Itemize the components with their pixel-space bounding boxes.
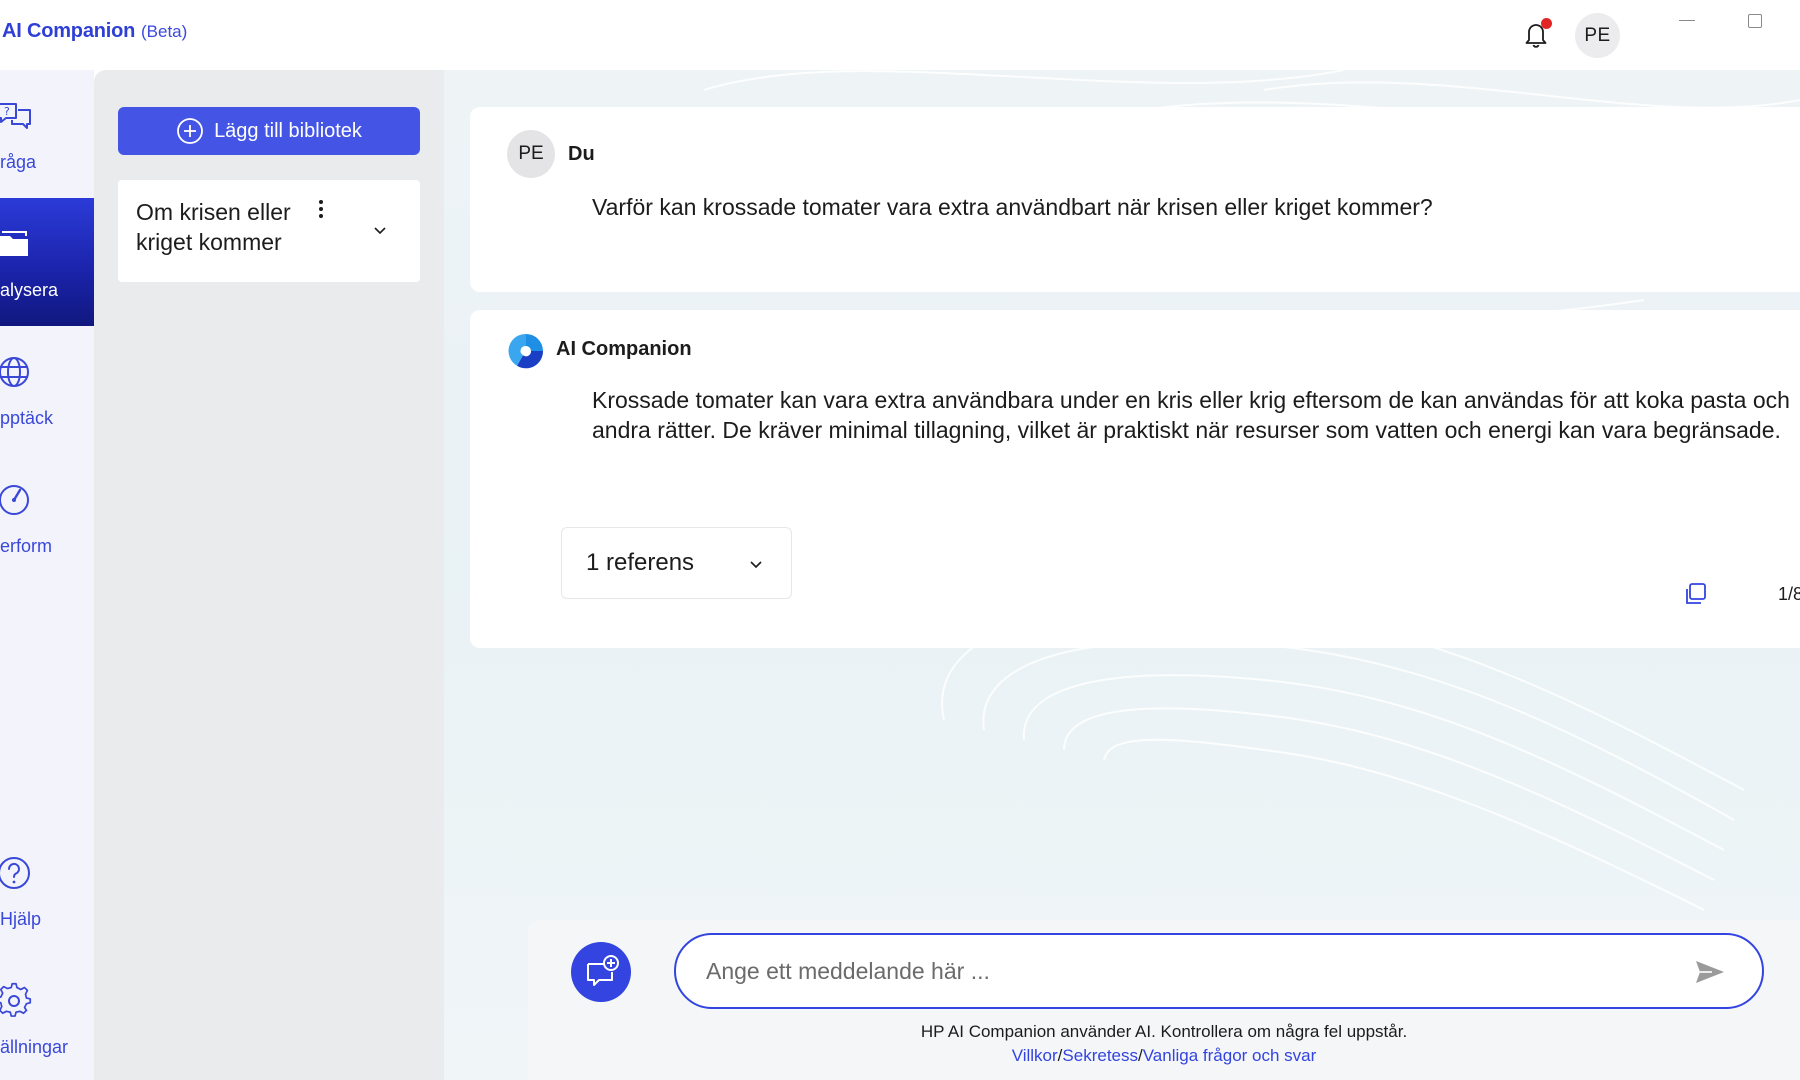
library-item[interactable]: Om krisen eller kriget kommer [118,180,420,282]
nav-label: Hjälp [0,909,42,929]
chevron-down-icon[interactable] [370,220,390,240]
user-message-avatar: PE [507,130,555,178]
copy-icon[interactable] [1683,581,1709,607]
message-composer: HP AI Companion använder AI. Kontrollera… [528,920,1800,1080]
nav-label: ällningar [0,1037,69,1057]
app-title: AI Companion [2,20,136,42]
assistant-message: AI Companion Krossade tomater kan vara e… [470,310,1800,648]
chevron-down-icon [750,561,762,569]
title-bar: AI Companion (Beta) PE [0,0,1800,70]
library-panel: Lägg till bibliotek Om krisen eller krig… [94,70,444,1080]
faq-link[interactable]: Vanliga frågor och svar [1143,1046,1317,1065]
gauge-icon [0,485,29,515]
footer-links: Villkor/Sekretess/Vanliga frågor och sva… [528,1046,1800,1066]
folder-icon [0,231,28,256]
more-options-icon[interactable] [311,197,331,221]
references-label: 1 referens [586,549,695,576]
response-page-indicator: 1/8 [1778,584,1800,604]
nav-rail: ? råga alysera pptäck erform Hjälp ällni… [0,70,94,1080]
privacy-link[interactable]: Sekretess [1062,1046,1138,1065]
ai-companion-logo-icon [508,333,544,369]
assistant-message-text: Krossade tomater kan vara extra användba… [592,387,1790,443]
chat-question-icon: ? [0,103,31,129]
ai-disclaimer: HP AI Companion använder AI. Kontrollera… [920,1022,1408,1041]
send-icon[interactable] [1694,957,1726,987]
globe-icon [0,357,29,387]
add-library-label: Lägg till bibliotek [214,119,362,142]
nav-item-hjalp[interactable]: Hjälp [0,827,94,955]
nav-label: alysera [0,280,59,300]
svg-text:?: ? [4,105,10,118]
nav-item-analysera[interactable]: alysera [0,198,94,326]
help-icon [0,857,30,889]
plus-circle-icon [177,118,203,144]
new-chat-button[interactable] [571,942,631,1002]
references-dropdown[interactable]: 1 referens [561,527,792,599]
library-item-title: Om krisen eller kriget kommer [136,199,291,255]
user-sender-name: Du [568,143,595,165]
terms-link[interactable]: Villkor [1012,1046,1058,1065]
add-library-button[interactable]: Lägg till bibliotek [118,107,420,155]
new-chat-icon [587,955,619,986]
beta-badge: (Beta) [141,22,188,41]
nav-label: pptäck [0,408,54,428]
conversation-area: PE Du Varför kan krossade tomater vara e… [444,70,1800,1080]
nav-item-fraga[interactable]: ? råga [0,70,94,198]
nav-label: erform [0,536,53,556]
gear-icon [0,982,32,1017]
window-maximize-button[interactable] [1748,14,1762,28]
nav-item-perform[interactable]: erform [0,454,94,582]
message-input-container [674,933,1764,1009]
window-minimize-button[interactable] [1679,20,1695,21]
nav-item-upptack[interactable]: pptäck [0,326,94,454]
nav-label: råga [0,152,37,172]
nav-item-installningar[interactable]: ällningar [0,955,94,1080]
user-avatar[interactable]: PE [1575,13,1620,58]
assistant-sender-name: AI Companion [556,338,692,360]
message-input[interactable] [706,953,1656,989]
notification-dot [1541,18,1552,29]
user-message: PE Du Varför kan krossade tomater vara e… [470,107,1800,292]
user-message-text: Varför kan krossade tomater vara extra a… [592,194,1433,220]
